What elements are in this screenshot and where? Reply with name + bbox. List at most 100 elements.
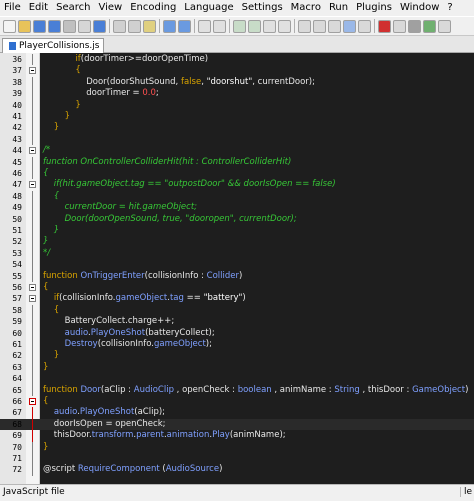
toolbar-icon[interactable] [143, 19, 156, 33]
code-line[interactable]: 54 [0, 259, 474, 271]
menu-language[interactable]: Language [180, 0, 237, 16]
toolbar-icon[interactable] [213, 19, 226, 33]
toolbar-icon[interactable] [423, 19, 436, 33]
code-token: BatteryCollect.charge++; [43, 316, 175, 327]
code-line[interactable]: 58 { [0, 304, 474, 317]
code-line[interactable]: 43 [0, 133, 474, 146]
toolbar-icon[interactable] [278, 19, 291, 33]
fold-toggle-icon[interactable] [29, 67, 36, 75]
code-line[interactable]: 66 { [0, 396, 474, 407]
toolbar-icon[interactable] [313, 19, 326, 33]
code-line[interactable]: 47 if(hit.gameObject.tag == "outpostDoor… [0, 179, 474, 190]
code-line[interactable]: 63} [0, 361, 474, 374]
code-text: doorTimer = 0.0; [43, 88, 159, 99]
fold-toggle-icon[interactable] [29, 181, 36, 189]
code-line[interactable]: 62 } [0, 350, 474, 362]
menu-encoding[interactable]: Encoding [126, 0, 180, 16]
toolbar-separator [229, 19, 230, 33]
code-line[interactable]: 46 { [0, 168, 474, 180]
menu-plugins[interactable]: Plugins [352, 0, 396, 16]
menu-edit[interactable]: Edit [25, 0, 52, 16]
toolbar-icon[interactable] [233, 19, 246, 33]
menu-search[interactable]: Search [52, 0, 94, 16]
code-line[interactable]: 55 function OnTriggerEnter(collisionInfo … [0, 270, 474, 282]
code-token: ) [242, 293, 246, 304]
code-line[interactable]: 56 { [0, 282, 474, 293]
code-text: { [43, 282, 48, 293]
fold-line [32, 190, 33, 203]
toolbar-icon[interactable] [128, 19, 141, 33]
code-line[interactable]: 61 Destroy(collisionInfo.gameObject); [0, 339, 474, 351]
toolbar-icon[interactable] [393, 19, 406, 33]
code-line[interactable]: 68 doorIsOpen = openCheck; [0, 418, 474, 431]
code-line[interactable]: 45 function OnControllerColliderHit(hit :… [0, 156, 474, 168]
code-editor[interactable]: 36 if(doorTimer>=doorOpenTime) 37 {38 Doo… [0, 53, 474, 484]
toolbar-icon[interactable] [33, 19, 46, 33]
code-line[interactable]: 42 } [0, 122, 474, 134]
toolbar-icon[interactable] [263, 19, 276, 33]
toolbar-icon[interactable] [63, 19, 76, 33]
toolbar-icon[interactable] [3, 19, 16, 33]
menu-settings[interactable]: Settings [238, 0, 287, 16]
toolbar-icon[interactable] [18, 19, 31, 33]
code-line[interactable]: 38 Door(doorShutSound, false, "doorshut"… [0, 76, 474, 89]
code-line[interactable]: 51 } [0, 225, 474, 237]
line-number: 53 [12, 248, 22, 258]
code-line[interactable]: 37 { [0, 65, 474, 76]
code-line[interactable]: 41 } [0, 111, 474, 123]
code-line[interactable]: 65 function Door(aClip : AudioClip , open… [0, 384, 474, 396]
code-line[interactable]: 39 doorTimer = 0.0; [0, 88, 474, 100]
menu-macro[interactable]: Macro [287, 0, 325, 16]
code-line[interactable]: 64 [0, 373, 474, 385]
code-line[interactable]: 67 audio.PlayOneShot(aClip); [0, 407, 474, 419]
code-line[interactable]: 69 thisDoor.transform.parent.animation.P… [0, 430, 474, 442]
menu-file[interactable]: File [0, 0, 25, 16]
toolbar-icon[interactable] [343, 19, 356, 33]
toolbar-icon[interactable] [48, 19, 61, 33]
tab-player-collisions[interactable]: PlayerCollisions.js [2, 38, 105, 53]
toolbar-icon[interactable] [248, 19, 261, 33]
code-line[interactable]: 57 if(collisionInfo.gameObject.tag == "b… [0, 293, 474, 304]
code-line[interactable]: 49 currentDoor = hit.gameObject; [0, 202, 474, 214]
menu-window[interactable]: Window [396, 0, 443, 16]
code-line[interactable]: 48 { [0, 190, 474, 203]
menu-help[interactable]: ? [443, 0, 456, 16]
toolbar-icon[interactable] [163, 19, 176, 33]
line-number: 55 [12, 271, 22, 281]
code-line[interactable]: 59 BatteryCollect.charge++; [0, 316, 474, 328]
code-line[interactable]: 52} [0, 236, 474, 248]
code-line[interactable]: 40 } [0, 99, 474, 111]
code-line[interactable]: 70} [0, 441, 474, 453]
fold-toggle-icon[interactable] [29, 284, 36, 291]
line-number: 62 [12, 351, 22, 361]
code-line[interactable]: 60 audio.PlayOneShot(batteryCollect); [0, 327, 474, 339]
code-line[interactable]: 72 @script RequireComponent (AudioSource) [0, 464, 474, 476]
toolbar-icon[interactable] [358, 19, 371, 33]
line-number: 58 [12, 305, 22, 315]
code-line[interactable]: 44 /* [0, 145, 474, 156]
toolbar-icon[interactable] [198, 19, 211, 33]
toolbar-icon[interactable] [408, 19, 421, 33]
fold-toggle-icon[interactable] [29, 295, 36, 303]
toolbar-icon[interactable] [328, 19, 341, 33]
toolbar-icon[interactable] [78, 19, 91, 33]
code-text: /* [43, 145, 50, 156]
menu-view[interactable]: View [94, 0, 126, 16]
toolbar-icon[interactable] [113, 19, 126, 33]
toolbar-icon[interactable] [93, 19, 106, 33]
toolbar-icon[interactable] [178, 19, 191, 33]
code-line[interactable]: 71 [0, 453, 474, 465]
code-line[interactable]: 36 if(doorTimer>=doorOpenTime) [0, 54, 474, 66]
fold-toggle-icon[interactable] [29, 398, 36, 405]
toolbar-icon[interactable] [298, 19, 311, 33]
code-line[interactable]: 50 Door(doorOpenSound, true, "dooropen",… [0, 213, 474, 225]
fold-toggle-icon[interactable] [29, 147, 36, 155]
toolbar-icon[interactable] [378, 19, 391, 33]
code-token: (aClip); [134, 407, 166, 418]
menu-run[interactable]: Run [325, 0, 352, 16]
code-line[interactable]: 53 */ [0, 247, 474, 260]
toolbar-icon[interactable] [438, 19, 451, 33]
line-number: 67 [12, 408, 22, 418]
line-number: 59 [12, 317, 22, 327]
